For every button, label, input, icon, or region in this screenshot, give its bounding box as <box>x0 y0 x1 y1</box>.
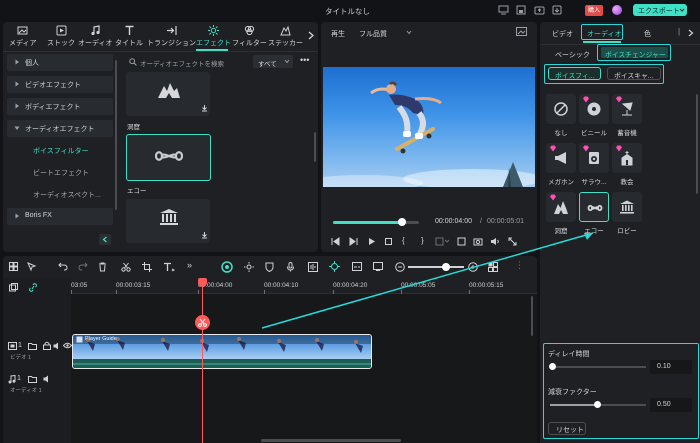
annotation-arrow <box>261 232 594 329</box>
